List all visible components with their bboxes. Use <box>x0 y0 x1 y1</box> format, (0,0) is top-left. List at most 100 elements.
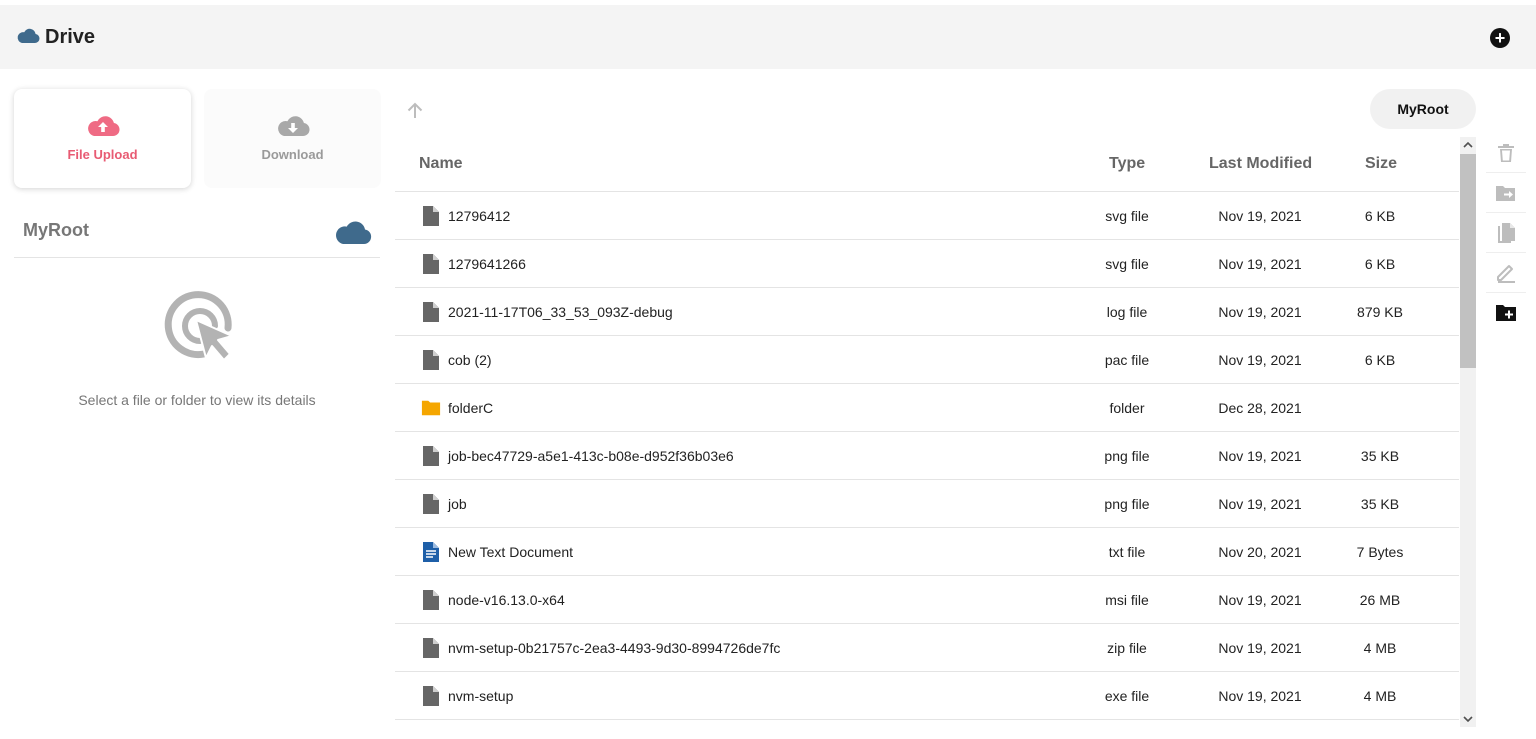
file-modified: Nov 19, 2021 <box>1218 591 1302 608</box>
file-modified: Nov 19, 2021 <box>1218 351 1302 368</box>
table-row[interactable]: folderC folder Dec 28, 2021 <box>395 384 1459 432</box>
file-size: 6 KB <box>1364 255 1396 272</box>
file-type: svg file <box>1105 255 1149 272</box>
new-folder-icon[interactable] <box>1486 293 1526 333</box>
cloud-icon <box>334 217 372 250</box>
table-row[interactable]: nvm-setup exe file Nov 19, 2021 4 MB <box>395 672 1459 720</box>
file-type: zip file <box>1107 639 1147 656</box>
arrow-up-icon[interactable] <box>404 100 426 122</box>
app-title: Drive <box>45 25 96 48</box>
table-row[interactable]: New Text Document txt file Nov 20, 2021 7 B… <box>395 528 1459 576</box>
plus-circle-icon[interactable]: + <box>1490 28 1510 48</box>
scroll-up-arrow-icon[interactable] <box>1460 137 1476 153</box>
scrollbar[interactable] <box>1460 137 1476 727</box>
file-icon <box>421 624 441 671</box>
copy-icon[interactable] <box>1486 213 1526 253</box>
file-type: folder <box>1109 399 1145 416</box>
empty-details-text: Select a file or folder to view its deta… <box>78 392 316 408</box>
file-type: svg file <box>1105 207 1149 224</box>
app-header: Drive + <box>0 5 1536 69</box>
table-row[interactable]: nvm-setup-0b21757c-2ea3-4493-9d30-899472… <box>395 624 1459 672</box>
file-size: 4 MB <box>1363 687 1397 704</box>
scrollbar-thumb[interactable] <box>1460 154 1476 368</box>
file-icon <box>421 240 441 287</box>
text-document-icon <box>421 528 441 575</box>
file-modified: Nov 20, 2021 <box>1218 543 1302 560</box>
file-type: log file <box>1106 303 1148 320</box>
cursor-click-icon <box>160 288 236 369</box>
file-modified: Nov 19, 2021 <box>1218 207 1302 224</box>
breadcrumb[interactable]: MyRoot <box>1370 89 1476 129</box>
file-modified: Nov 19, 2021 <box>1218 639 1302 656</box>
file-icon <box>421 480 441 527</box>
file-name: job-bec47729-a5e1-413c-b08e-d952f36b03e6 <box>448 447 734 464</box>
file-name: node-v16.13.0-x64 <box>448 591 565 608</box>
table-row[interactable]: job-bec47729-a5e1-413c-b08e-d952f36b03e6… <box>395 432 1459 480</box>
file-modified: Nov 19, 2021 <box>1218 303 1302 320</box>
file-modified: Nov 19, 2021 <box>1218 255 1302 272</box>
table-row[interactable]: node-v16.13.0-x64 msi file Nov 19, 2021 26 … <box>395 576 1459 624</box>
file-size: 35 KB <box>1360 447 1400 464</box>
file-name: New Text Document <box>448 543 574 560</box>
file-icon <box>421 432 441 479</box>
file-size: 35 KB <box>1360 495 1400 512</box>
file-size: 6 KB <box>1364 207 1396 224</box>
side-toolbar <box>1486 133 1526 333</box>
file-name: 1279641266 <box>448 255 526 272</box>
cloud-upload-icon <box>86 111 120 139</box>
file-upload-label: File Upload <box>67 147 138 162</box>
file-type: txt file <box>1108 543 1146 560</box>
column-header-name[interactable]: Name <box>419 155 463 173</box>
file-icon <box>421 336 441 383</box>
file-name: job <box>448 495 467 512</box>
file-size: 879 KB <box>1357 303 1403 320</box>
table-header: Name Type Last Modified Size <box>395 137 1459 192</box>
file-name: nvm-setup <box>448 687 514 704</box>
file-type: pac file <box>1104 351 1150 368</box>
file-icon <box>421 288 441 335</box>
table-row[interactable]: job png file Nov 19, 2021 35 KB <box>395 480 1459 528</box>
folder-icon <box>421 384 441 431</box>
file-type: png file <box>1104 495 1150 512</box>
table-row[interactable]: 12796412 svg file Nov 19, 2021 6 KB <box>395 192 1459 240</box>
file-modified: Dec 28, 2021 <box>1218 399 1302 416</box>
file-type: exe file <box>1104 687 1150 704</box>
file-type: png file <box>1104 447 1150 464</box>
download-label: Download <box>261 147 324 162</box>
file-upload-button[interactable]: File Upload <box>14 89 191 188</box>
cloud-icon <box>16 26 40 49</box>
file-size: 6 KB <box>1364 351 1396 368</box>
delete-icon[interactable] <box>1486 133 1526 173</box>
cloud-download-icon <box>276 111 310 139</box>
table-body: 12796412 svg file Nov 19, 2021 6 KB 12796412… <box>395 192 1459 720</box>
file-icon <box>421 672 441 719</box>
file-size: 7 Bytes <box>1356 543 1404 560</box>
file-size: 4 MB <box>1363 639 1397 656</box>
column-header-type[interactable]: Type <box>1109 155 1145 173</box>
table-row[interactable]: cob (2) pac file Nov 19, 2021 6 KB <box>395 336 1459 384</box>
move-icon[interactable] <box>1486 173 1526 213</box>
file-name: nvm-setup-0b21757c-2ea3-4493-9d30-899472… <box>448 639 781 656</box>
scroll-down-arrow-icon[interactable] <box>1460 711 1476 727</box>
rename-icon[interactable] <box>1486 253 1526 293</box>
file-table: Name Type Last Modified Size 12796412 svg… <box>395 137 1459 720</box>
file-modified: Nov 19, 2021 <box>1218 687 1302 704</box>
file-size <box>1335 384 1425 431</box>
file-type: msi file <box>1105 591 1149 608</box>
details-header: MyRoot <box>14 210 380 258</box>
table-row[interactable]: 2021-11-17T06_33_53_093Z-debug log file No… <box>395 288 1459 336</box>
details-title: MyRoot <box>23 220 89 240</box>
file-icon <box>421 192 441 239</box>
column-header-modified[interactable]: Last Modified <box>1209 155 1312 173</box>
file-name: 12796412 <box>448 207 511 224</box>
download-button[interactable]: Download <box>204 89 381 188</box>
file-icon <box>421 576 441 623</box>
file-name: 2021-11-17T06_33_53_093Z-debug <box>448 303 673 320</box>
file-name: cob (2) <box>448 351 492 368</box>
column-header-size[interactable]: Size <box>1365 155 1397 173</box>
table-row[interactable]: 1279641266 svg file Nov 19, 2021 6 KB <box>395 240 1459 288</box>
file-name: folderC <box>448 399 494 416</box>
file-modified: Nov 19, 2021 <box>1218 495 1302 512</box>
brand[interactable]: Drive <box>16 26 95 49</box>
file-size: 26 MB <box>1359 591 1401 608</box>
